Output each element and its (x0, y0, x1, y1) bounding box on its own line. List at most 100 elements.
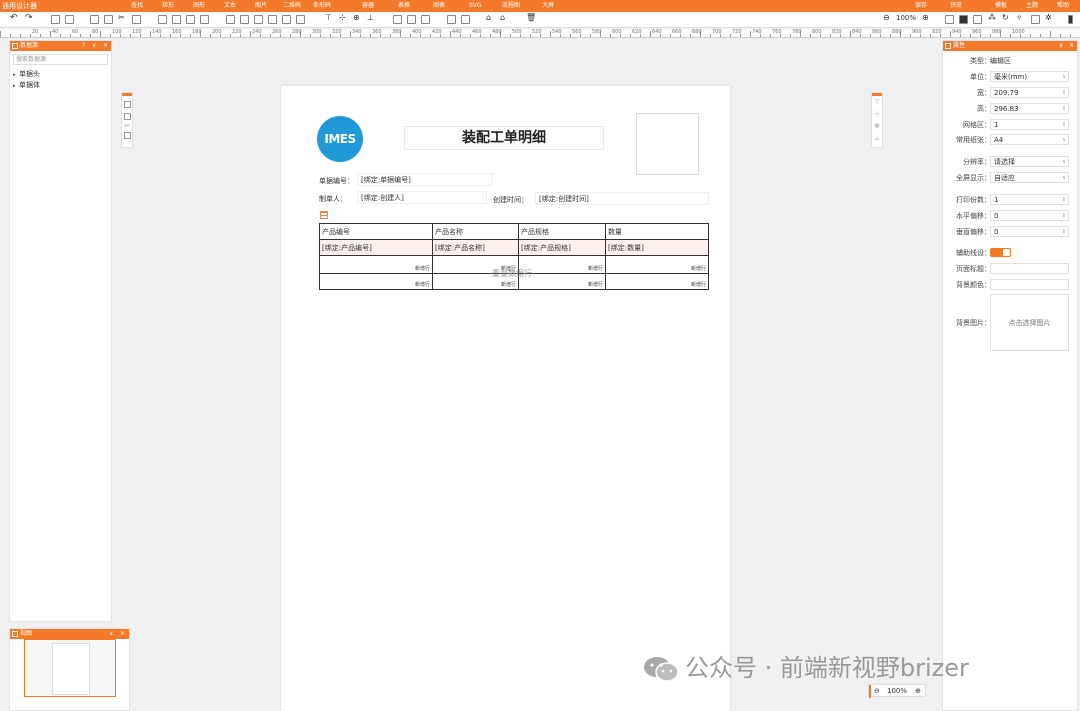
hdist-center-icon[interactable] (240, 15, 249, 24)
tree-item-header[interactable]: ▸ 单据头 (13, 68, 111, 81)
menu-barcode[interactable]: 条形码 (313, 0, 331, 12)
help-icon[interactable]: ? (82, 41, 85, 51)
clear-icon[interactable] (132, 15, 141, 24)
fit-width-icon[interactable] (945, 15, 954, 24)
list-icon[interactable] (973, 15, 982, 24)
menu-flowchart[interactable]: 流程图 (502, 0, 520, 12)
close-icon[interactable]: ✕ (103, 41, 108, 51)
spinner-icon[interactable]: ⇕ (1062, 104, 1066, 114)
redo-icon[interactable]: ↷ (25, 13, 34, 23)
table-bind-cell[interactable]: [绑定:产品规格] (518, 239, 606, 256)
menu-shape[interactable]: 图形 (193, 0, 205, 12)
collapse-icon[interactable]: ∨ (92, 41, 96, 51)
menu-chart[interactable]: 图表 (433, 0, 445, 12)
zoom-out-icon[interactable]: ⊖ (883, 13, 892, 22)
align-right-icon[interactable] (186, 15, 195, 24)
menu-image[interactable]: 图片 (255, 0, 267, 12)
datasource-search-input[interactable]: 搜索数据源 (13, 54, 108, 65)
undo-icon[interactable]: ↶ (10, 13, 19, 23)
document-title[interactable]: 装配工单明细 (404, 126, 604, 150)
field-value-docno[interactable]: [绑定:单据编号] (357, 173, 493, 186)
menu-find[interactable]: 查找 (131, 0, 143, 12)
bgimage-picker[interactable]: 点击选择图片 (990, 294, 1069, 351)
prop-input[interactable]: A4 ∨ (990, 134, 1069, 145)
menu-rect[interactable]: 矩形 (162, 0, 174, 12)
table-bind-cell[interactable]: [绑定:产品编号] (319, 239, 433, 256)
magic-icon[interactable]: ✧ (1016, 13, 1025, 22)
prop-input[interactable]: 1 ⇕ (990, 194, 1069, 205)
close-icon[interactable]: ✕ (1069, 41, 1074, 51)
table-cell[interactable]: 新增行 (319, 273, 433, 290)
ungroup-icon[interactable] (407, 15, 416, 24)
prop-input[interactable]: 209.79 ⇕ (990, 87, 1069, 98)
menu-container[interactable]: 容器 (362, 0, 374, 12)
align-middle-icon[interactable]: ⊹ (339, 13, 348, 22)
chevron-down-icon[interactable]: ∨ (1062, 72, 1066, 82)
menu-qrcode[interactable]: 二维码 (283, 0, 301, 12)
table-cell[interactable]: 新增行 (319, 255, 433, 274)
spinner-icon[interactable]: ⇕ (1062, 88, 1066, 98)
zoom-in-icon[interactable]: ⊕ (915, 685, 921, 697)
tree-item-body[interactable]: ▸ 单据体 (13, 81, 111, 91)
spinner-icon[interactable]: ⇕ (1062, 120, 1066, 130)
bgcolor-input[interactable] (990, 279, 1069, 290)
design-page[interactable]: IMES 装配工单明细 单据编号： [绑定:单据编号] 制单人： [绑定:创建人… (281, 86, 730, 711)
delete-icon[interactable]: 🗑 (526, 13, 536, 22)
menu-preview[interactable]: 预览 (950, 0, 962, 12)
align-left-icon[interactable] (158, 15, 167, 24)
prop-input[interactable]: 自适应 ∨ (990, 172, 1069, 183)
bug-icon[interactable]: ✲ (1045, 13, 1054, 22)
strip-align-top-icon[interactable]: ⊤ (872, 96, 882, 108)
company-logo[interactable]: IMES (317, 116, 363, 162)
menu-template[interactable]: 模板 (995, 0, 1007, 12)
table-header-cell[interactable]: 产品编号 (319, 223, 433, 240)
strip-align-center-icon[interactable]: ⊕ (872, 120, 882, 132)
table-cell[interactable]: 新增行 (605, 273, 709, 290)
spinner-icon[interactable]: ⇕ (1062, 227, 1066, 237)
send-back-icon[interactable] (461, 15, 470, 24)
paste-icon[interactable] (104, 15, 113, 24)
bring-front-icon[interactable] (447, 15, 456, 24)
menu-table[interactable]: 表格 (398, 0, 410, 12)
table-bind-cell[interactable]: [绑定:数量] (605, 239, 709, 256)
menu-svg[interactable]: SVG (469, 0, 482, 12)
collapse-icon[interactable]: ∨ (1059, 41, 1063, 51)
hdist-right-icon[interactable] (254, 15, 263, 24)
size-equal-icon[interactable] (296, 15, 305, 24)
page-title-input[interactable] (990, 263, 1069, 274)
close-icon[interactable]: ✕ (120, 629, 125, 639)
collapse-icon[interactable]: ∨ (109, 629, 113, 639)
align-center-icon[interactable] (172, 15, 181, 24)
panel-toggle-icon[interactable] (1068, 15, 1073, 24)
cut-icon[interactable]: ✂ (118, 13, 127, 22)
zoom-in-icon[interactable]: ⊕ (922, 13, 931, 22)
spinner-icon[interactable]: ⇕ (1062, 195, 1066, 205)
field-value-created[interactable]: [绑定:创建时间] (535, 192, 709, 205)
table-cell[interactable]: 新增行 (605, 255, 709, 274)
new-file-icon[interactable] (51, 15, 60, 24)
field-value-creator[interactable]: [绑定:创建人] (357, 191, 487, 204)
table-header-cell[interactable]: 产品名称 (432, 223, 519, 240)
detail-table[interactable]: 产品编号 产品名称 产品规格 数量 [绑定:产品编号] [绑定:产品名称] [绑… (319, 223, 709, 290)
menu-text[interactable]: 文本 (224, 0, 236, 12)
strip-tool-cut-icon[interactable]: ✂ (122, 120, 132, 132)
align-vcenter-icon[interactable]: ⊕ (353, 13, 362, 22)
menu-help[interactable]: 帮助 (1057, 0, 1069, 12)
chevron-down-icon[interactable]: ∨ (1062, 157, 1066, 167)
prop-input[interactable]: 0 ⇕ (990, 210, 1069, 221)
table-bind-cell[interactable]: [绑定:产品名称] (432, 239, 519, 256)
thumbnail-viewport[interactable] (24, 639, 116, 697)
prop-input[interactable]: 毫米(mm) ∨ (990, 71, 1069, 82)
prop-input[interactable]: 296.83 ⇕ (990, 103, 1069, 114)
open-file-icon[interactable] (65, 15, 74, 24)
zoom-out-icon[interactable]: ⊖ (874, 685, 880, 697)
table-header-cell[interactable]: 产品规格 (518, 223, 606, 240)
prop-input[interactable]: 1 ⇕ (990, 119, 1069, 130)
strip-align-bottom-icon[interactable]: ⊥ (872, 132, 882, 144)
lock-icon[interactable]: ⌂ (486, 13, 495, 22)
share-icon[interactable]: ⁂ (988, 13, 997, 22)
chevron-down-icon[interactable]: ∨ (1062, 135, 1066, 145)
grid-icon[interactable] (959, 15, 968, 24)
image-placeholder[interactable] (636, 113, 699, 175)
table-header-cell[interactable]: 数量 (605, 223, 709, 240)
